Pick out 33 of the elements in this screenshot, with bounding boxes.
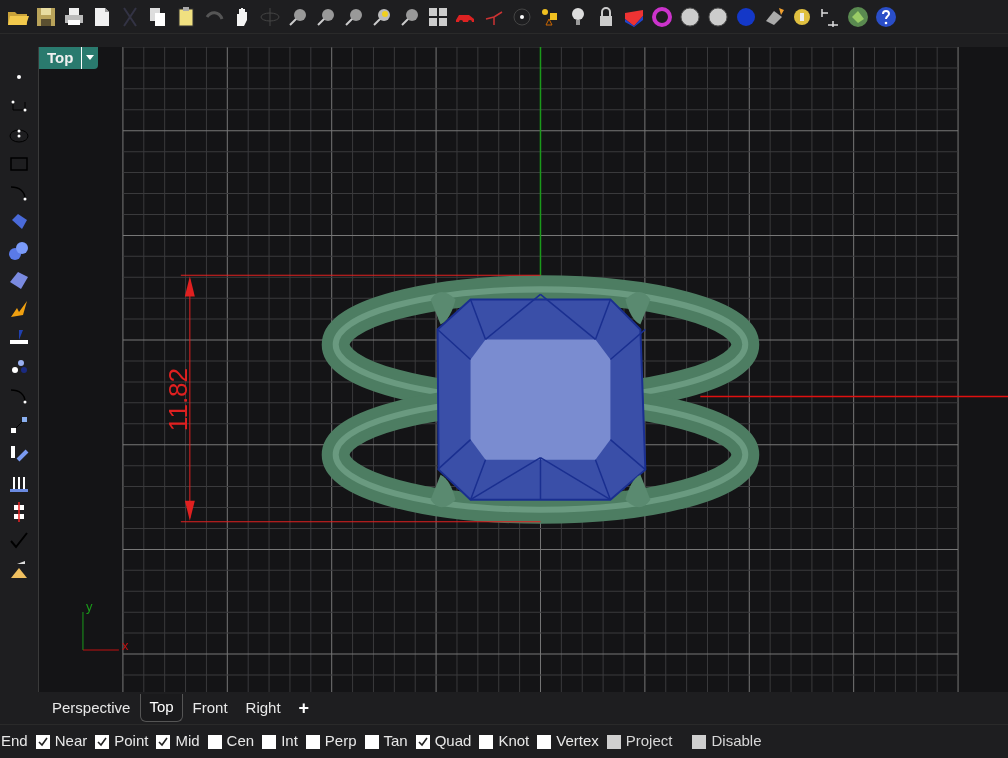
axis-label: x [121, 637, 129, 653]
view-tab[interactable]: Right [237, 694, 289, 722]
axis-label: y [85, 598, 93, 614]
view-tab[interactable]: Top [140, 694, 183, 722]
dropdown-caret-icon[interactable] [86, 55, 95, 61]
osnap-label: End [1, 731, 28, 752]
osnap-checkbox[interactable]: Knot [479, 730, 530, 753]
osnap-checkbox[interactable]: Point [95, 730, 149, 753]
osnap-checkbox[interactable]: Tan [364, 730, 408, 753]
osnap-checkbox[interactable]: Perp [305, 730, 357, 753]
viewport[interactable]: 11.82 y x Top [38, 47, 1008, 692]
add-tab-button[interactable]: + [290, 694, 318, 722]
globe-icon[interactable] [846, 4, 870, 29]
help-icon[interactable] [874, 4, 898, 29]
osnap-checkbox[interactable]: Near [35, 730, 88, 753]
sphere-icon[interactable] [706, 4, 730, 29]
check-mark-icon [157, 735, 170, 748]
check-mark-icon [416, 735, 429, 748]
osnap-checkbox[interactable]: Cen [207, 730, 255, 753]
spheres-icon[interactable] [7, 239, 31, 263]
check-mark-icon [96, 735, 109, 748]
check-mark-icon [36, 735, 49, 748]
osnap-checkbox[interactable]: Quad [415, 730, 472, 753]
osnap-checkbox[interactable]: Int [262, 730, 298, 753]
osnap-checkbox[interactable]: Mid [156, 730, 200, 753]
color-wheel-icon[interactable] [650, 4, 674, 29]
dimension-label: 11.82 [162, 367, 193, 432]
sphere-icon[interactable] [678, 4, 702, 29]
viewport-title-tab[interactable]: Top [39, 47, 99, 69]
osnap-checkbox[interactable]: Vertex [537, 730, 599, 753]
view-tab[interactable]: Perspective [44, 694, 139, 722]
viewport-title: Top [46, 47, 75, 68]
view-tab[interactable]: Front [184, 694, 236, 722]
